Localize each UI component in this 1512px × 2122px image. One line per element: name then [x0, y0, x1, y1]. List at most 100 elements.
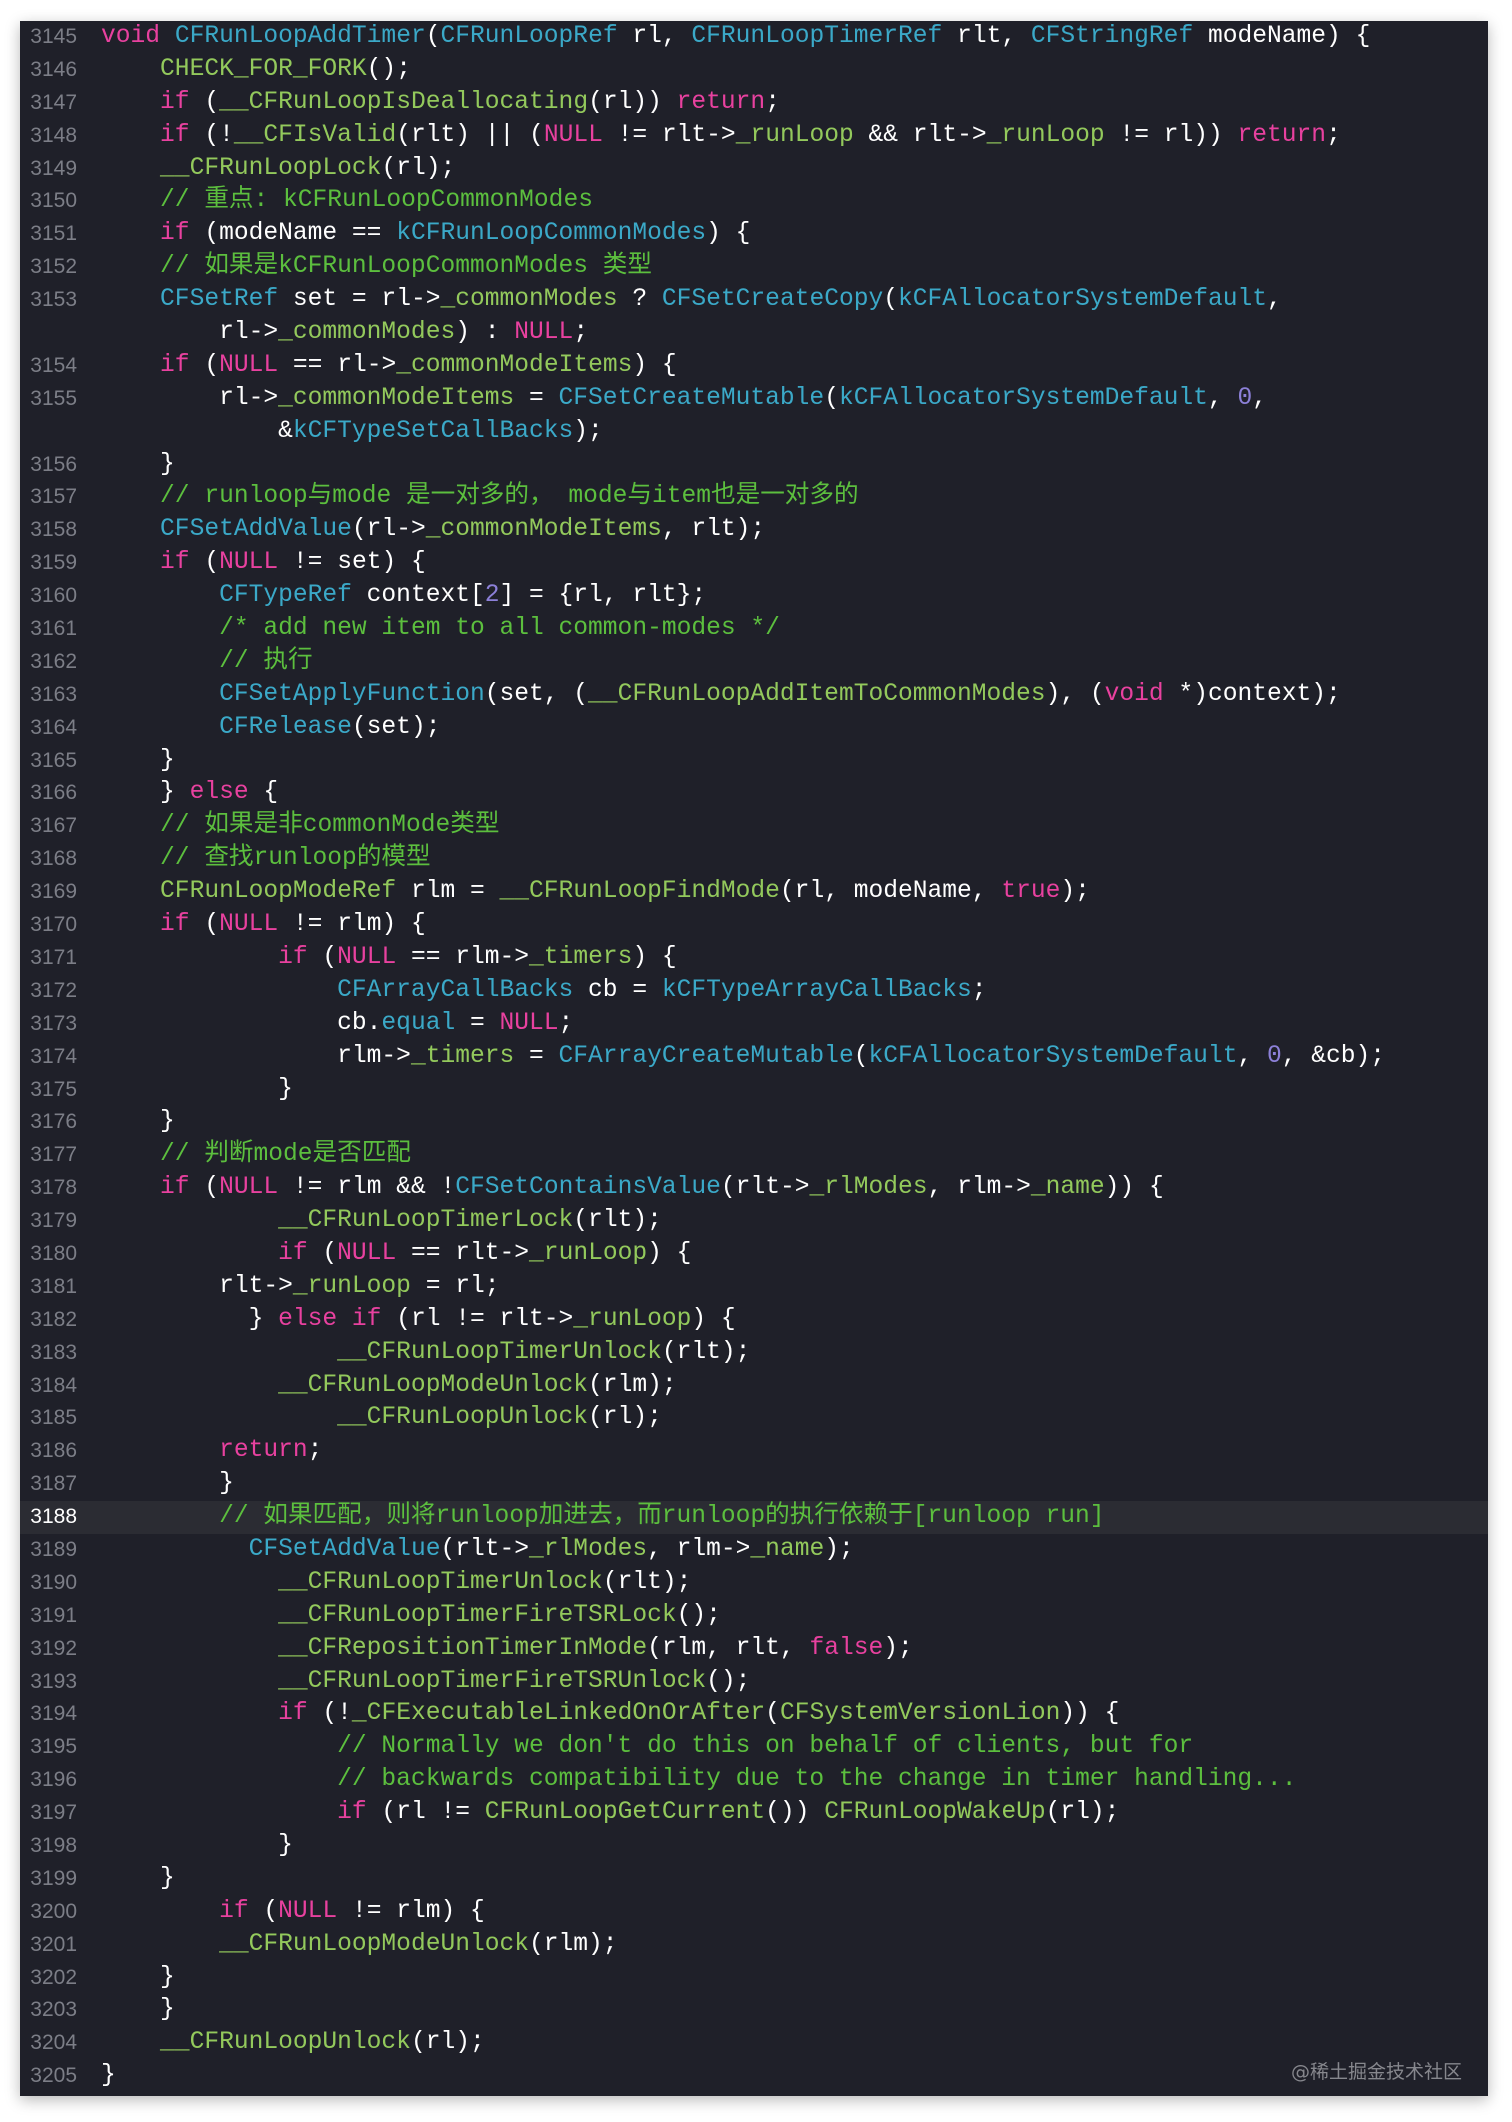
code-line[interactable]: 3172 CFArrayCallBacks cb = kCFTypeArrayC… — [20, 975, 1488, 1008]
plain-token: rlt, — [942, 23, 1031, 50]
code-line[interactable]: 3149 __CFRunLoopLock(rl); — [20, 153, 1488, 186]
code-line[interactable]: 3171 if (NULL == rlm->_timers) { — [20, 942, 1488, 975]
code-line[interactable]: 3173 cb.equal = NULL; — [20, 1008, 1488, 1041]
code-line[interactable]: rl->_commonModes) : NULL; — [20, 317, 1488, 350]
code-line[interactable]: 3194 if (!_CFExecutableLinkedOnOrAfter(C… — [20, 1698, 1488, 1731]
code-line[interactable]: 3181 rlt->_runLoop = rl; — [20, 1271, 1488, 1304]
identifier-token: _name — [1030, 1174, 1105, 1202]
code-line[interactable]: 3187 } — [20, 1468, 1488, 1501]
code-line[interactable]: 3157 // runloop与mode 是一对多的， mode与item也是一… — [20, 481, 1488, 514]
line-number: 3150 — [30, 189, 77, 213]
code-line[interactable]: 3155 rl->_commonModeItems = CFSetCreateM… — [20, 383, 1488, 416]
code-line[interactable]: 3180 if (NULL == rlt->_runLoop) { — [20, 1238, 1488, 1271]
code-line[interactable]: 3203 } — [20, 1994, 1488, 2027]
code-line[interactable]: 3198 } — [20, 1830, 1488, 1863]
code-line[interactable]: 3167 // 如果是非commonMode类型 — [20, 810, 1488, 843]
plain-token: (rl != — [366, 1799, 485, 1827]
code-line[interactable]: 3193 __CFRunLoopTimerFireTSRUnlock(); — [20, 1666, 1488, 1699]
code-line[interactable]: 3146 CHECK_FOR_FORK(); — [20, 54, 1488, 87]
identifier-token: CFSystemVersionLion — [779, 1700, 1061, 1728]
code-line[interactable]: 3153 CFSetRef set = rl->_commonModes ? C… — [20, 284, 1488, 317]
code-line[interactable]: 3174 rlm->_timers = CFArrayCreateMutable… — [20, 1041, 1488, 1074]
code-line[interactable]: 3160 CFTypeRef context[2] = {rl, rlt}; — [20, 580, 1488, 613]
plain-token: , rlt); — [661, 516, 766, 544]
line-number: 3146 — [30, 57, 77, 81]
code-line[interactable]: 3151 if (modeName == kCFRunLoopCommonMod… — [20, 218, 1488, 251]
comment-token: // Normally we don't do this on behalf o… — [337, 1733, 1194, 1761]
code-text: // runloop与mode 是一对多的， mode与item也是一对多的 — [101, 481, 859, 514]
code-line[interactable]: 3197 if (rl != CFRunLoopGetCurrent()) CF… — [20, 1797, 1488, 1830]
code-line[interactable]: 3189 CFSetAddValue(rlt->_rlModes, rlm->_… — [20, 1534, 1488, 1567]
code-line[interactable]: 3150 // 重点: kCFRunLoopCommonModes — [20, 185, 1488, 218]
plain-token: , — [1207, 384, 1238, 412]
code-line[interactable]: 3159 if (NULL != set) { — [20, 547, 1488, 580]
code-line[interactable]: &kCFTypeSetCallBacks); — [20, 416, 1488, 449]
code-line[interactable]: 3176 } — [20, 1106, 1488, 1139]
code-line[interactable]: 3201 __CFRunLoopModeUnlock(rlm); — [20, 1929, 1488, 1962]
code-line[interactable]: 3192 __CFRepositionTimerInMode(rlm, rlt,… — [20, 1633, 1488, 1666]
plain-token: (rl, modeName, — [779, 878, 1002, 906]
code-line[interactable]: 3145 void CFRunLoopAddTimer(CFRunLoopRef … — [20, 21, 1488, 54]
code-line[interactable]: 3186 return; — [20, 1435, 1488, 1468]
identifier-token: __CFRepositionTimerInMode — [278, 1634, 648, 1662]
code-line[interactable]: 3177 // 判断mode是否匹配 — [20, 1139, 1488, 1172]
code-line[interactable]: 3165 } — [20, 745, 1488, 778]
code-line[interactable]: 3162 // 执行 — [20, 646, 1488, 679]
code-line[interactable]: 3148 if (!__CFIsValid(rlt) || (NULL != r… — [20, 120, 1488, 153]
code-line[interactable]: 3190 __CFRunLoopTimerUnlock(rlt); — [20, 1567, 1488, 1600]
code-line[interactable]: 3168 // 查找runloop的模型 — [20, 843, 1488, 876]
comment-token: // 如果匹配，则将runloop加进去，而runloop的执行依赖于[runl… — [219, 1503, 1105, 1531]
code-line[interactable]: 3169 CFRunLoopModeRef rlm = __CFRunLoopF… — [20, 876, 1488, 909]
code-line[interactable]: 3147 if (__CFRunLoopIsDeallocating(rl)) … — [20, 87, 1488, 120]
identifier-token: _commonModes — [278, 319, 456, 347]
code-line[interactable]: 3183 __CFRunLoopTimerUnlock(rlt); — [20, 1337, 1488, 1370]
plain-token: ; — [971, 976, 987, 1004]
code-line[interactable]: 3166 } else { — [20, 777, 1488, 810]
code-line[interactable]: 3154 if (NULL == rl->_commonModeItems) { — [20, 350, 1488, 383]
identifier-token: _commonModeItems — [425, 516, 662, 544]
code-line[interactable]: 3185 __CFRunLoopUnlock(rl); — [20, 1402, 1488, 1435]
code-line[interactable]: 3182 } else if (rl != rlt->_runLoop) { — [20, 1304, 1488, 1337]
code-line[interactable]: 3204 __CFRunLoopUnlock(rl); — [20, 2027, 1488, 2060]
line-number: 3170 — [30, 913, 77, 937]
comment-token: // runloop与mode 是一对多的， mode与item也是一对多的 — [160, 483, 859, 511]
code-line[interactable]: 3156 } — [20, 449, 1488, 482]
code-line[interactable]: 3163 CFSetApplyFunction(set, (__CFRunLoo… — [20, 679, 1488, 712]
identifier-token: CFRunLoopModeRef — [160, 878, 397, 906]
plain-token: ] = {rl, rlt}; — [499, 582, 707, 610]
code-text: __CFRunLoopModeUnlock(rlm); — [101, 1929, 618, 1962]
code-line[interactable]: 3195 // Normally we don't do this on beh… — [20, 1731, 1488, 1764]
code-line[interactable]: 3161 /* add new item to all common-modes… — [20, 613, 1488, 646]
identifier-token: __CFRunLoopTimerFireTSRLock — [278, 1601, 677, 1629]
keyword-token: void — [101, 23, 161, 50]
code-line[interactable]: 3170 if (NULL != rlm) { — [20, 909, 1488, 942]
watermark: @稀土掘金技术社区 — [1290, 2061, 1462, 2083]
code-line[interactable]: 3196 // backwards compatibility due to t… — [20, 1764, 1488, 1797]
code-line[interactable]: 3184 __CFRunLoopModeUnlock(rlm); — [20, 1370, 1488, 1403]
code-line[interactable]: 3152 // 如果是kCFRunLoopCommonModes 类型 — [20, 251, 1488, 284]
code-line-current[interactable]: 3188 // 如果匹配，则将runloop加进去，而runloop的执行依赖于… — [20, 1501, 1488, 1534]
code-line[interactable]: 3191 __CFRunLoopTimerFireTSRLock(); — [20, 1600, 1488, 1633]
plain-token: = — [514, 384, 559, 412]
plain-token: } — [101, 1470, 234, 1498]
code-line[interactable]: 3178 if (NULL != rlm && !CFSetContainsVa… — [20, 1172, 1488, 1205]
code-line[interactable]: 3199 } — [20, 1863, 1488, 1896]
code-line[interactable]: 3205} — [20, 2060, 1488, 2093]
code-line[interactable]: 3179 __CFRunLoopTimerLock(rlt); — [20, 1205, 1488, 1238]
code-line[interactable]: 3158 CFSetAddValue(rl->_commonModeItems,… — [20, 514, 1488, 547]
code-line[interactable]: 3202 } — [20, 1962, 1488, 1995]
code-line[interactable]: 3164 CFRelease(set); — [20, 712, 1488, 745]
identifier-token: __CFRunLoopTimerLock — [278, 1207, 574, 1235]
code-line[interactable]: 3175 } — [20, 1074, 1488, 1107]
code-line[interactable]: 3200 if (NULL != rlm) { — [20, 1896, 1488, 1929]
code-text: rl->_commonModeItems = CFSetCreateMutabl… — [101, 383, 1267, 416]
code-editor[interactable]: 3145 void CFRunLoopAddTimer(CFRunLoopRef … — [20, 21, 1488, 2096]
line-number: 3158 — [30, 518, 77, 542]
plain-token: ( — [189, 351, 220, 379]
